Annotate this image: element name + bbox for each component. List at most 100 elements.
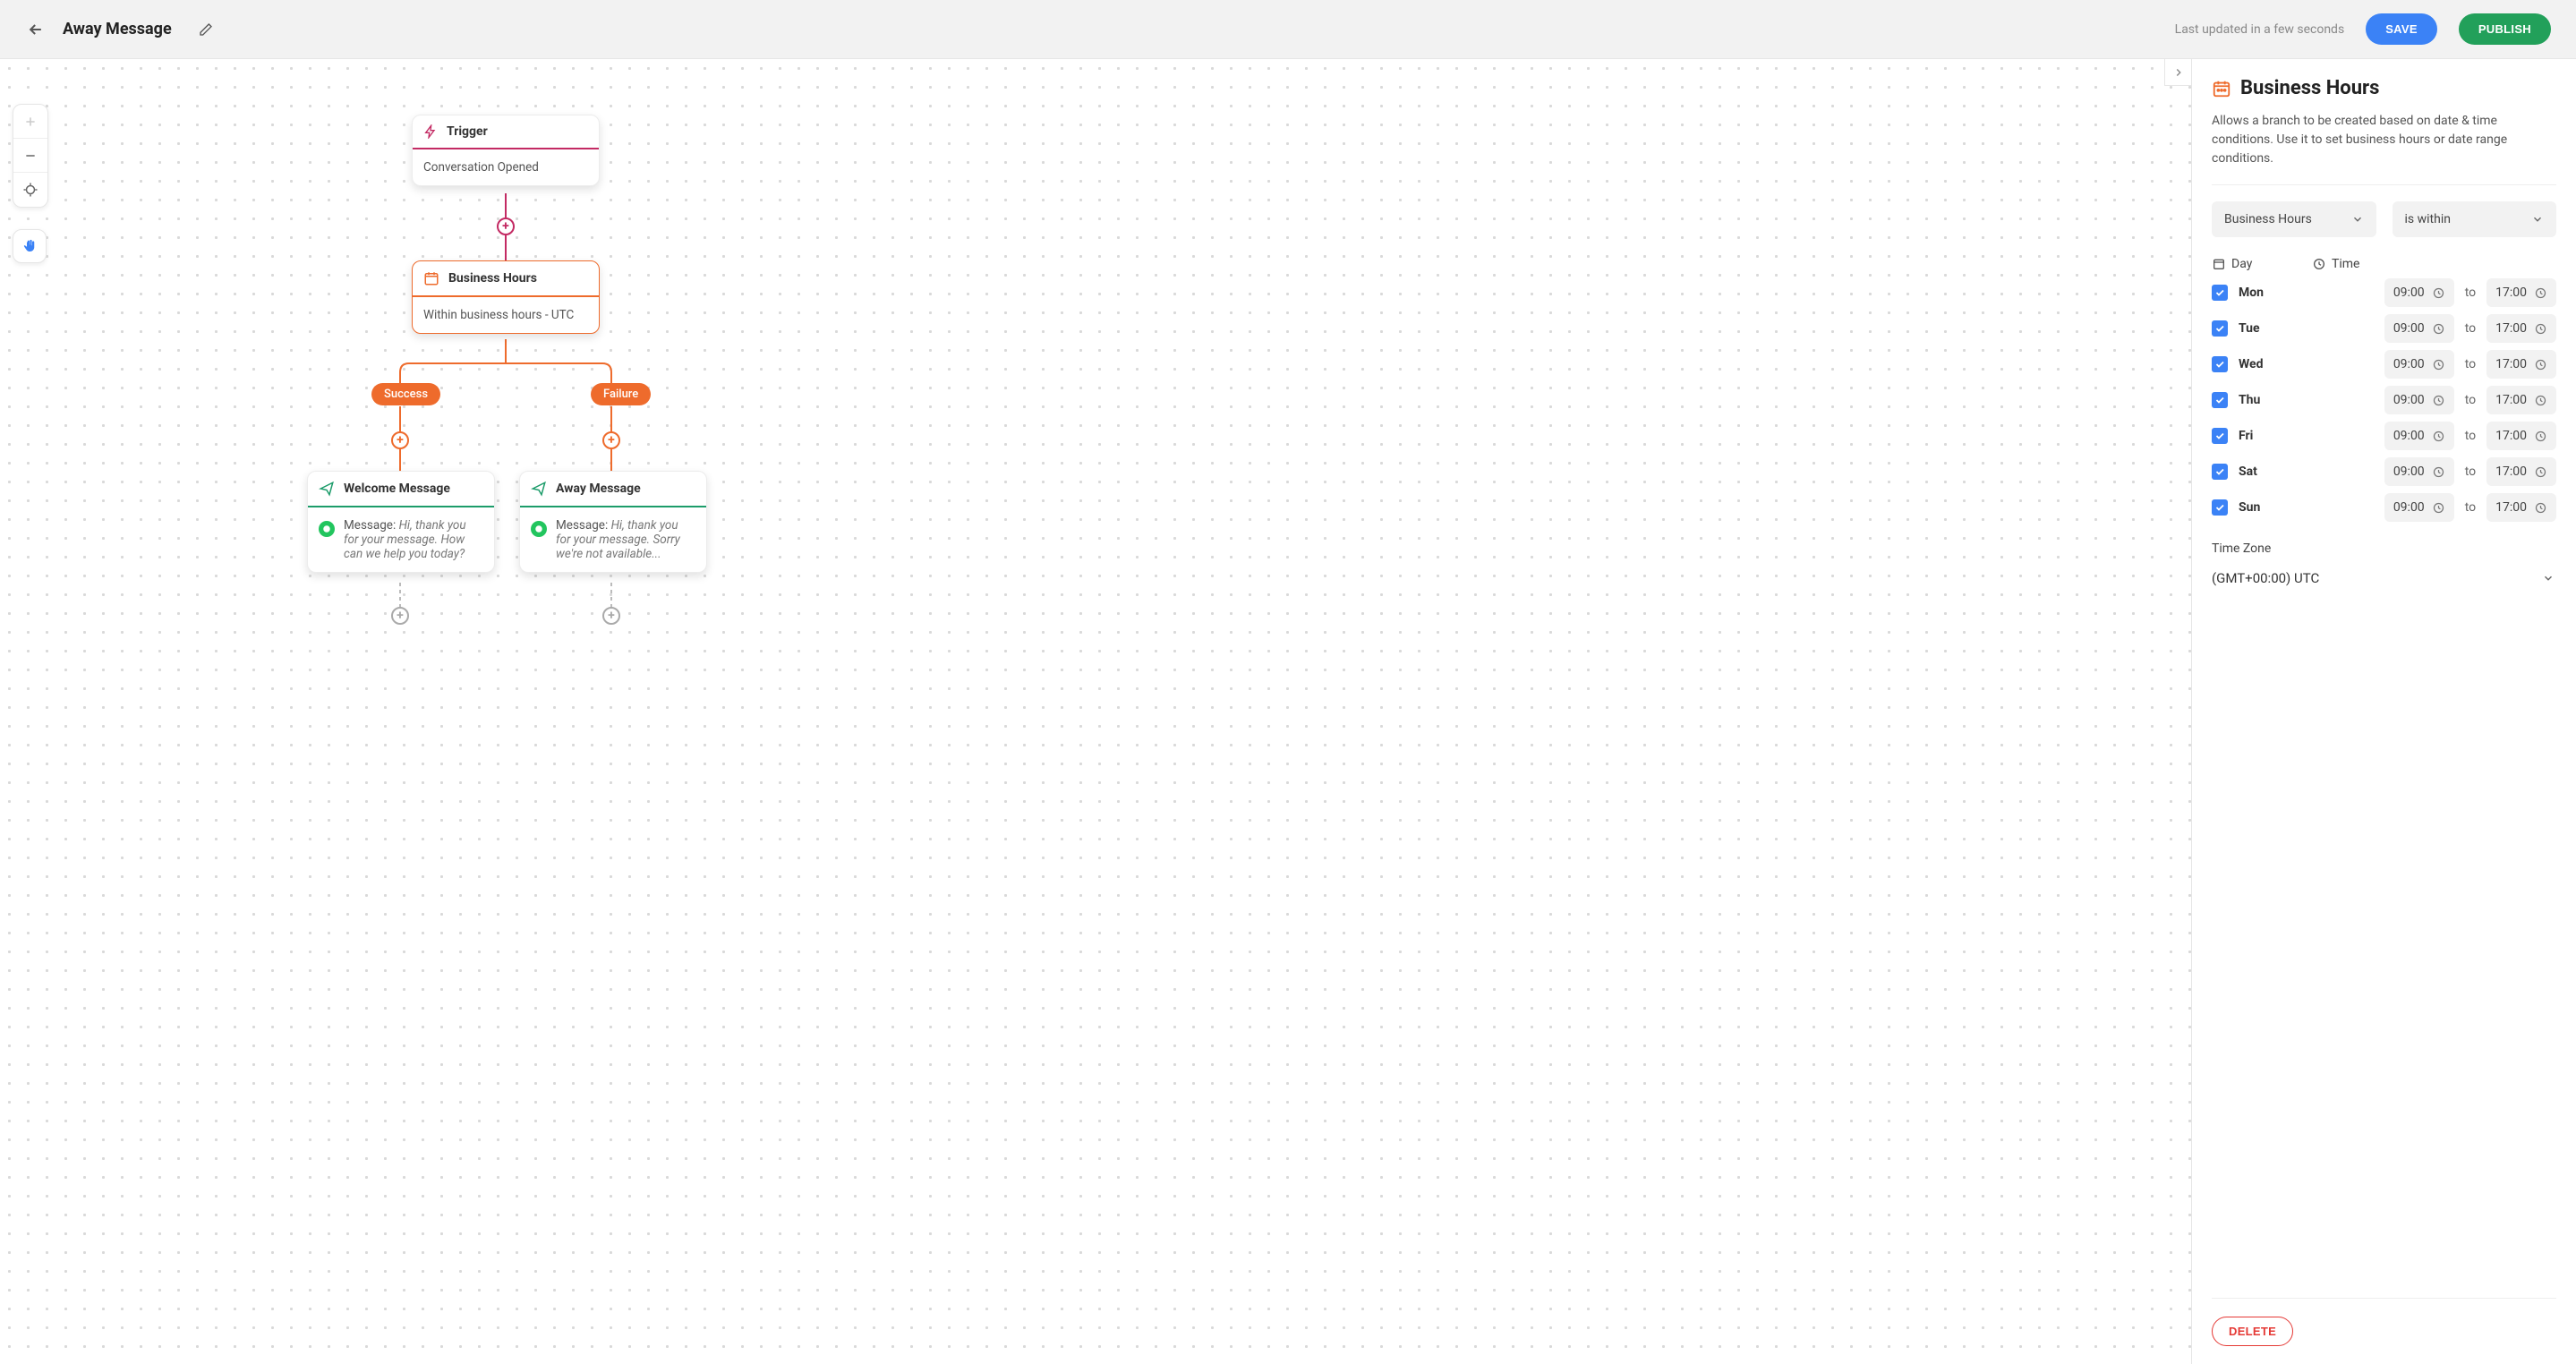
- check-icon: [2214, 466, 2225, 477]
- day-row: Tue09:00to17:00: [2212, 314, 2556, 343]
- start-time-input[interactable]: 09:00: [2384, 350, 2454, 379]
- start-time-input[interactable]: 09:00: [2384, 278, 2454, 307]
- check-icon: [2214, 502, 2225, 513]
- day-label: Thu: [2239, 393, 2274, 407]
- chevron-down-icon: [2531, 213, 2544, 226]
- clock-icon: [2432, 394, 2445, 407]
- flow-connectors: [0, 59, 2191, 1364]
- minus-icon: [23, 149, 38, 163]
- recenter-button[interactable]: [13, 173, 47, 207]
- time-column-header: Time: [2332, 257, 2359, 271]
- add-step-success[interactable]: +: [391, 431, 409, 449]
- day-row: Thu 09:00 to 17:00: [2212, 386, 2556, 414]
- clock-icon: [2432, 322, 2445, 336]
- send-icon: [319, 481, 335, 497]
- clock-icon: [2432, 358, 2445, 371]
- page-title: Away Message: [63, 20, 172, 38]
- add-step-failure[interactable]: +: [602, 431, 620, 449]
- delete-button[interactable]: DELETE: [2212, 1317, 2293, 1346]
- save-button[interactable]: SAVE: [2366, 13, 2437, 45]
- to-label: to: [2465, 286, 2476, 300]
- panel-description: Allows a branch to be created based on d…: [2212, 112, 2556, 185]
- clock-icon: [2432, 430, 2445, 443]
- start-time-input[interactable]: 09:00: [2384, 386, 2454, 414]
- send-icon: [531, 481, 547, 497]
- end-time-input[interactable]: 17:00: [2486, 422, 2556, 450]
- node-business-hours-body: Within business hours - UTC: [413, 297, 599, 333]
- end-time-input[interactable]: 17:00: [2486, 314, 2556, 343]
- clock-icon: [2432, 501, 2445, 515]
- node-business-hours-title: Business Hours: [448, 271, 537, 286]
- start-time-input[interactable]: 09:00: [2384, 493, 2454, 522]
- end-time-input[interactable]: 17:00: [2486, 457, 2556, 486]
- day-checkbox[interactable]: [2212, 392, 2228, 408]
- add-step-after-trigger[interactable]: +: [497, 217, 515, 235]
- clock-icon: [2534, 465, 2547, 479]
- lightning-icon: [423, 124, 438, 139]
- timezone-label: Time Zone: [2212, 541, 2556, 556]
- node-trigger-title: Trigger: [447, 124, 488, 139]
- condition-type-select[interactable]: Business Hours: [2212, 201, 2376, 237]
- node-away-body: Message: Hi, thank you for your message.…: [556, 518, 695, 561]
- day-label: Wed: [2239, 357, 2274, 371]
- pan-tool-button[interactable]: [13, 229, 47, 263]
- check-icon: [2214, 395, 2225, 405]
- line-channel-icon: [531, 521, 547, 537]
- end-time-input[interactable]: 17:00: [2486, 493, 2556, 522]
- branch-failure-pill[interactable]: Failure: [591, 383, 651, 405]
- check-icon: [2214, 323, 2225, 334]
- start-time-input[interactable]: 09:00: [2384, 422, 2454, 450]
- zoom-in-button[interactable]: [13, 105, 47, 139]
- calendar-small-icon: [2212, 257, 2226, 271]
- to-label: to: [2465, 429, 2476, 443]
- day-checkbox[interactable]: [2212, 320, 2228, 337]
- back-button[interactable]: [25, 19, 47, 40]
- start-time-input[interactable]: 09:00: [2384, 314, 2454, 343]
- edit-title-button[interactable]: [199, 22, 213, 37]
- branch-success-pill[interactable]: Success: [371, 383, 440, 405]
- day-checkbox[interactable]: [2212, 428, 2228, 444]
- hand-icon: [21, 238, 38, 254]
- publish-button[interactable]: PUBLISH: [2459, 13, 2551, 45]
- check-icon: [2214, 287, 2225, 298]
- plus-icon: [23, 115, 38, 129]
- node-welcome-message[interactable]: Welcome Message Message: Hi, thank you f…: [307, 471, 495, 573]
- node-business-hours[interactable]: Business Hours Within business hours - U…: [412, 260, 600, 334]
- day-row: Wed09:00to17:00: [2212, 350, 2556, 379]
- check-icon: [2214, 359, 2225, 370]
- day-checkbox[interactable]: [2212, 356, 2228, 372]
- day-checkbox[interactable]: [2212, 464, 2228, 480]
- day-column-header: Day: [2231, 257, 2252, 271]
- node-trigger-body: Conversation Opened: [413, 149, 599, 185]
- condition-operator-select[interactable]: is within: [2393, 201, 2557, 237]
- panel-title: Business Hours: [2240, 77, 2379, 99]
- calendar-icon: [423, 270, 439, 286]
- node-away-message[interactable]: Away Message Message: Hi, thank you for …: [519, 471, 707, 573]
- chevron-down-icon: [2542, 572, 2555, 584]
- end-time-input[interactable]: 17:00: [2486, 350, 2556, 379]
- collapse-sidebar-button[interactable]: [2164, 59, 2191, 86]
- day-label: Tue: [2239, 321, 2274, 336]
- day-checkbox[interactable]: [2212, 285, 2228, 301]
- to-label: to: [2465, 393, 2476, 407]
- clock-icon: [2432, 286, 2445, 300]
- node-welcome-title: Welcome Message: [344, 482, 450, 496]
- add-step-after-away[interactable]: +: [602, 607, 620, 625]
- end-time-input[interactable]: 17:00: [2486, 386, 2556, 414]
- day-row: Fri09:00to17:00: [2212, 422, 2556, 450]
- line-channel-icon: [319, 521, 335, 537]
- timezone-select[interactable]: (GMT+00:00) UTC: [2212, 561, 2556, 597]
- node-trigger[interactable]: Trigger Conversation Opened: [412, 115, 600, 186]
- flow-canvas[interactable]: Trigger Conversation Opened + Business H…: [0, 59, 2191, 1364]
- day-checkbox[interactable]: [2212, 499, 2228, 516]
- end-time-input[interactable]: 17:00: [2486, 278, 2556, 307]
- pencil-icon: [199, 22, 213, 37]
- clock-icon: [2432, 465, 2445, 479]
- start-time-input[interactable]: 09:00: [2384, 457, 2454, 486]
- add-step-after-welcome[interactable]: +: [391, 607, 409, 625]
- check-icon: [2214, 431, 2225, 441]
- clock-icon: [2534, 394, 2547, 407]
- zoom-out-button[interactable]: [13, 139, 47, 173]
- properties-panel: Business Hours Allows a branch to be cre…: [2191, 59, 2576, 1364]
- to-label: to: [2465, 465, 2476, 479]
